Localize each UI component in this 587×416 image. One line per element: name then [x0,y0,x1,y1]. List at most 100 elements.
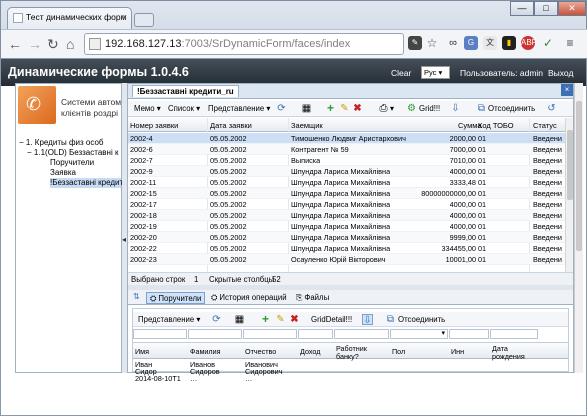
grid-icon[interactable]: ⚙ [406,103,417,114]
table-row[interactable]: 2002-18 05.05.2002 Шпундра Лариса Михайлів… [128,210,565,221]
language-select[interactable]: Рус ▾ [421,66,450,79]
print-dropdown-icon[interactable]: ▾ [390,104,394,113]
detach-icon[interactable]: ⧉ [476,103,487,114]
col-header-gender[interactable]: Пол [392,348,405,356]
back-arrow-icon[interactable]: ← [8,36,22,52]
grid-detail-button[interactable]: GridDetail!!! [311,315,352,324]
detach-button[interactable]: Отсоединить [488,104,535,113]
filter-patronymic-input[interactable] [243,329,297,339]
filter-inn-input[interactable] [449,329,489,339]
filter-birthdate-input[interactable] [490,329,538,339]
table-row[interactable]: 2002-19 05.05.2002 Шпундра Лариса Михайлів… [128,221,565,232]
col-header-birthdate[interactable]: Дата рождения [492,345,537,360]
table-row[interactable]: 2002-22 05.05.2002 Шпундра Лариса Михайлів… [128,243,565,254]
browser-tab[interactable]: Тест динамических форм × [7,7,132,29]
add-icon[interactable]: + [325,102,336,114]
pen-extension-icon[interactable]: ✎ [408,36,422,50]
check-extension-icon[interactable]: ✓ [541,36,555,50]
panel-close-icon[interactable]: × [561,84,573,96]
forward-arrow-icon[interactable]: → [28,36,42,52]
collapse-left-icon[interactable]: ◂ [122,235,126,244]
table-row[interactable]: 2002-11 05.05.2002 Шпундра Лариса Михайлів… [128,177,565,188]
home-icon[interactable]: ⌂ [66,36,74,52]
detail-delete-icon[interactable]: ✖ [289,314,300,325]
calendar-icon[interactable]: ▦ [301,103,312,114]
tab-operations-history[interactable]: ⛭ История операций [208,292,290,304]
table-row[interactable]: 2002-9 05.05.2002 Шпундра Лариса Михайлівн… [128,166,565,177]
col-header-borrower[interactable]: Заемщик [291,121,323,130]
translate-alt-extension-icon[interactable]: 文 [483,36,497,50]
bookmark-star-icon[interactable]: ☆ [425,36,439,50]
table-row[interactable]: 2002-20 05.05.2002 Шпундра Лариса Михайлів… [128,232,565,243]
detail-refresh-icon[interactable]: ⟳ [211,314,222,325]
col-header-income[interactable]: Доход [300,348,320,356]
undo-icon[interactable]: ↺ [546,103,557,114]
col-header-number[interactable]: Номер заявки [130,121,178,130]
table-row[interactable]: 2002-4 05.05.2002 Тимошенко Людвиг Аристар… [128,133,565,144]
page-scrollbar-thumb[interactable] [576,101,582,251]
col-header-surname[interactable]: Фамилия [190,348,221,356]
binoculars-extension-icon[interactable]: ∞ [446,36,460,50]
col-header-status[interactable]: Статус [533,121,557,130]
table-row[interactable]: 2002-15 05.05.2002 Шпундра Лариса Михайлів… [128,188,565,199]
adblock-extension-icon[interactable]: ABP [521,36,537,50]
filter-employee-input[interactable] [334,329,389,339]
detail-view-menu[interactable]: Представление ▾ [138,315,200,324]
window-close-button[interactable]: ✕ [558,1,586,16]
window-maximize-button[interactable]: □ [534,1,558,16]
tree-item-guarantors[interactable]: Поручители [50,158,94,168]
tab-close-icon[interactable]: × [122,12,127,22]
detail-table-row[interactable]: 2014-08-10T1…… [133,374,568,383]
col-header-bank-employee[interactable]: Работник банку? [336,345,386,360]
refresh-icon[interactable]: ⟳ [276,103,287,114]
translate-extension-icon[interactable]: G [464,36,478,50]
filter-income-input[interactable] [298,329,333,339]
view-menu[interactable]: Представление ▾ [208,104,270,113]
print-icon[interactable]: ⎙ [378,103,389,114]
filter-gender-select[interactable]: ▾ [390,329,448,339]
col-header-inn[interactable]: Инн [451,348,464,356]
col-header-patronymic[interactable]: Отчество [245,348,276,356]
tab-files[interactable]: ⎘ Файлы [293,292,332,304]
detail-detach-button[interactable]: Отсоединить [398,315,445,324]
new-tab-button[interactable] [134,13,154,27]
filter-surname-input[interactable] [188,329,242,339]
detail-detach-icon[interactable]: ⧉ [385,314,396,325]
export-icon[interactable]: ⇩ [450,103,461,114]
tree-toggle-icon[interactable]: − [19,138,24,147]
detail-edit-icon[interactable]: ✎ [275,314,286,325]
panel-tab-title[interactable]: !Беззаставні кредити_ru [132,85,239,97]
col-header-tobo[interactable]: Код ТОБО [478,121,514,130]
tab-guarantors[interactable]: ⛭ Поручители [146,292,206,304]
window-minimize-button[interactable]: — [510,1,534,16]
detail-calendar-icon[interactable]: ▦ [234,314,245,325]
collapse-detail-icon[interactable]: ⇅ [133,292,140,301]
delete-icon[interactable]: ✖ [352,103,363,114]
tree-item-old-credits[interactable]: − 1.1(OLD) Беззаставні к [27,148,118,158]
detail-add-icon[interactable]: + [260,313,271,325]
clear-link[interactable]: Clear [391,68,411,78]
grid-button[interactable]: Grid!!! [419,104,440,113]
tree-item-unsecured-credits[interactable]: !Беззаставні кредити [50,178,128,188]
col-header-date[interactable]: Дата заявки [210,121,252,130]
tree-item-credits[interactable]: − 1. Кредиты физ особ [19,138,103,148]
filter-name-input[interactable] [133,329,187,339]
reload-icon[interactable]: ↻ [47,36,59,52]
table-row[interactable]: 2002-7 05.05.2002 Выписка 7010,00 01 Введени [128,155,565,166]
tree-item-application[interactable]: Заявка [50,168,76,178]
grid-scrollbar[interactable] [565,118,573,272]
detail-export-icon[interactable]: ⇩ [362,314,373,326]
table-row[interactable]: 2002-17 05.05.2002 Шпундра Лариса Михайлів… [128,199,565,210]
address-bar[interactable]: 192.168.127.13:7003/SrDynamicForm/faces/… [84,33,404,55]
edit-pencil-icon[interactable]: ✎ [339,103,350,114]
table-row[interactable]: 2002-6 05.05.2002 Контрагент № 59 7000,00 01… [128,144,565,155]
battery-extension-icon[interactable]: ▮ [502,36,516,50]
tree-toggle-icon[interactable]: − [27,148,32,157]
grid-scrollbar-thumb[interactable] [567,130,573,200]
list-menu[interactable]: Список ▾ [168,104,200,113]
memo-menu[interactable]: Мемо ▾ [134,104,161,113]
menu-wrench-icon[interactable]: ≡ [563,36,577,50]
page-scrollbar[interactable] [574,83,583,373]
exit-link[interactable]: Выход [548,68,573,78]
col-header-name[interactable]: Имя [135,348,149,356]
